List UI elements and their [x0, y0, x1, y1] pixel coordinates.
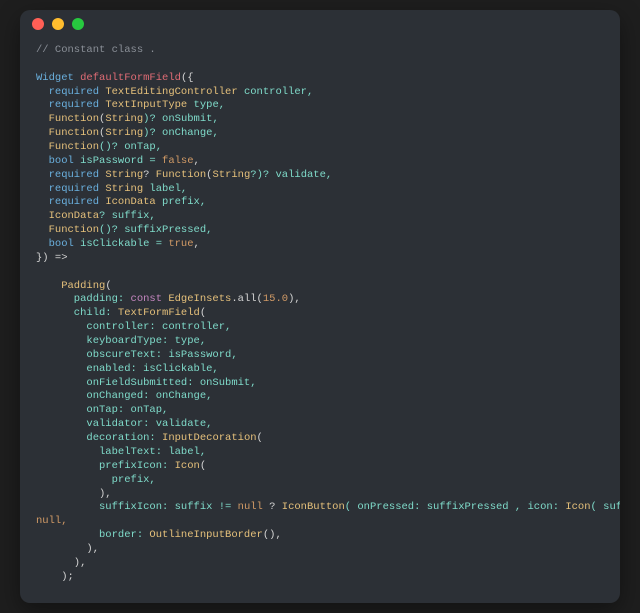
code-token: Function [36, 141, 99, 153]
minimize-icon[interactable] [52, 18, 64, 30]
code-token: child: [36, 307, 118, 319]
code-token: ); [36, 571, 74, 583]
code-token: ), [36, 543, 99, 555]
code-token: ? [143, 169, 156, 181]
code-token: controller: controller, [36, 321, 231, 333]
code-token: Function [36, 127, 99, 139]
code-token: String [105, 183, 143, 195]
code-token: border: [36, 529, 149, 541]
code-token: null, [36, 515, 68, 527]
code-token: Icon [565, 501, 590, 513]
code-token: enabled: isClickable, [36, 363, 219, 375]
code-token: labelText: label, [36, 446, 206, 458]
code-token: ()? suffixPressed, [99, 224, 212, 236]
code-token: OutlineInputBorder [149, 529, 262, 541]
close-icon[interactable] [32, 18, 44, 30]
code-token: obscureText: isPassword, [36, 349, 238, 361]
code-token: String [212, 169, 250, 181]
code-token: ), [288, 293, 301, 305]
code-token: Function [156, 169, 206, 181]
code-token: Function [36, 224, 99, 236]
code-token: InputDecoration [162, 432, 257, 444]
code-token: TextEditingController [105, 86, 237, 98]
code-token: validator: validate, [36, 418, 212, 430]
code-token: true [168, 238, 193, 250]
code-token: Padding [36, 280, 105, 292]
code-token: required [36, 86, 105, 98]
code-area[interactable]: // Constant class . Widget defaultFormFi… [20, 38, 620, 603]
code-token: padding: [36, 293, 131, 305]
code-token: )? onChange, [143, 127, 219, 139]
code-token: prefixIcon: [36, 460, 175, 472]
code-token: isPassword = [74, 155, 162, 167]
code-token: Widget [36, 72, 74, 84]
code-token: suffixIcon: suffix != [36, 501, 238, 513]
code-token: onFieldSubmitted: onSubmit, [36, 377, 257, 389]
editor-window: // Constant class . Widget defaultFormFi… [20, 10, 620, 603]
code-token: )? onSubmit, [143, 113, 219, 125]
code-token: bool [36, 155, 74, 167]
code-token: ( [200, 460, 206, 472]
code-token: isClickable = [74, 238, 169, 250]
titlebar [20, 10, 620, 38]
code-token: required [36, 196, 105, 208]
code-token: Function [36, 113, 99, 125]
code-token: EdgeInsets [168, 293, 231, 305]
code-token: onChanged: onChange, [36, 390, 212, 402]
code-token: IconData [36, 210, 99, 222]
code-token: ({ [181, 72, 194, 84]
code-token: ()? onTap, [99, 141, 162, 153]
code-token: required [36, 169, 105, 181]
code-token: IconButton [282, 501, 345, 513]
code-token: prefix, [36, 474, 156, 486]
code-token: ( [257, 432, 263, 444]
code-token: defaultFormField [74, 72, 181, 84]
code-token: ( onPressed: suffixPressed , icon: [345, 501, 566, 513]
code-token: , [194, 238, 200, 250]
code-token: controller, [238, 86, 314, 98]
code-token: decoration: [36, 432, 162, 444]
code-token: .all( [231, 293, 263, 305]
code-token: String [105, 113, 143, 125]
code-token: keyboardType: type, [36, 335, 206, 347]
code-token: String [105, 169, 143, 181]
code-line: // Constant class . [36, 44, 156, 56]
code-token: bool [36, 238, 74, 250]
code-token: ( suffix,),) : [591, 501, 620, 513]
code-token: (), [263, 529, 282, 541]
code-token: IconData [105, 196, 155, 208]
code-token: null [238, 501, 263, 513]
code-token: Icon [175, 460, 200, 472]
code-token: TextFormField [118, 307, 200, 319]
code-token: String [105, 127, 143, 139]
code-token: ? suffix, [99, 210, 156, 222]
code-token: ?)? validate, [250, 169, 332, 181]
code-token: ), [36, 557, 86, 569]
zoom-icon[interactable] [72, 18, 84, 30]
code-token: prefix, [156, 196, 206, 208]
code-token: type, [187, 99, 225, 111]
code-token: label, [143, 183, 187, 195]
code-token: , [194, 155, 200, 167]
code-token: required [36, 99, 105, 111]
code-token: ( [105, 280, 111, 292]
code-token: ), [36, 488, 112, 500]
code-token: false [162, 155, 194, 167]
code-token: onTap: onTap, [36, 404, 168, 416]
code-token: ( [200, 307, 206, 319]
code-token: 15.0 [263, 293, 288, 305]
code-token: }) => [36, 252, 68, 264]
code-token: ? [263, 501, 282, 513]
code-token: TextInputType [105, 99, 187, 111]
code-token: required [36, 183, 105, 195]
code-token: const [131, 293, 169, 305]
